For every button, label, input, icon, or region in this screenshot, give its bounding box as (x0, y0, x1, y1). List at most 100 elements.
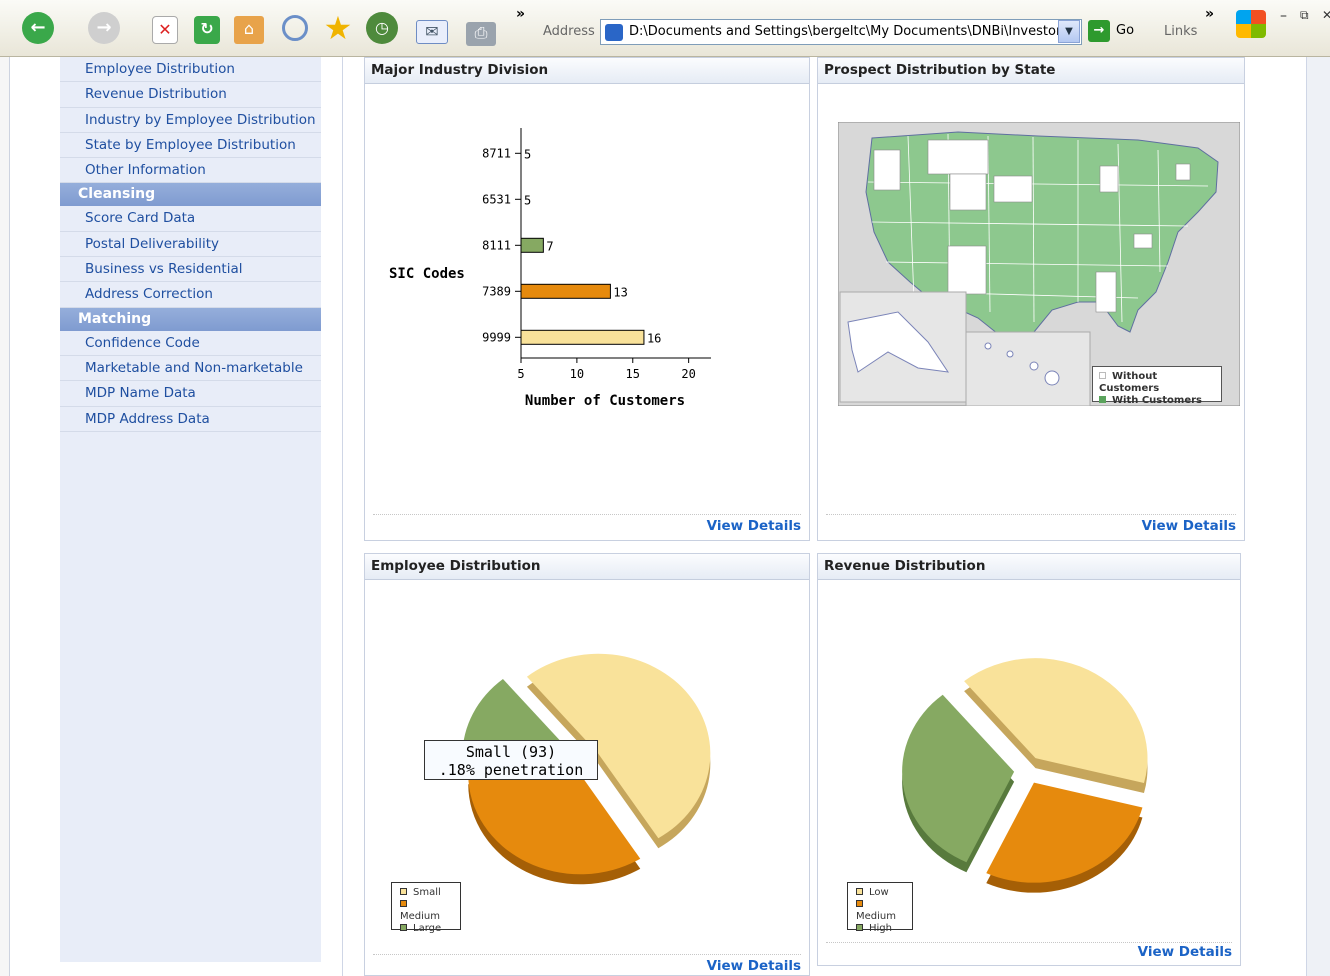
pie-slice-medium[interactable] (468, 774, 641, 875)
bar[interactable] (520, 329, 645, 345)
refresh-icon[interactable]: ↻ (194, 16, 220, 44)
details-divider (826, 514, 1236, 515)
left-edge (0, 57, 10, 976)
y-tick-label: 8111 (482, 238, 511, 252)
revenue-pie-chart (902, 658, 1148, 893)
minimize-icon[interactable]: – (1280, 8, 1287, 24)
go-arrow-icon: → (1088, 20, 1110, 42)
browser-toolbar: ← → ✕ ↻ ⌂ ★ ◷ ✉ ⎙ » Address D:\Documents… (0, 0, 1330, 57)
go-label: Go (1116, 23, 1135, 38)
sidebar-nav: Employee Distribution Revenue Distributi… (60, 57, 321, 962)
bar[interactable] (520, 237, 544, 253)
pie-legend: Low Medium High (847, 882, 913, 934)
panel-title: Major Industry Division (365, 58, 809, 84)
nav-section-top: Employee Distribution Revenue Distributi… (60, 57, 321, 184)
windows-logo-icon (1236, 10, 1266, 38)
back-icon[interactable]: ← (22, 12, 54, 44)
view-details-link[interactable]: View Details (1138, 944, 1232, 960)
legend-swatch-green (1099, 396, 1106, 403)
pie-legend: Small Medium Large (391, 882, 461, 934)
nav-score-card-data[interactable]: Score Card Data (60, 206, 321, 232)
forward-icon[interactable]: → (88, 12, 120, 44)
view-details-link[interactable]: View Details (707, 518, 801, 534)
legend-swatch-large (400, 924, 407, 931)
print-icon[interactable]: ⎙ (466, 22, 496, 46)
pie-slice-medium[interactable] (986, 782, 1143, 883)
nav-business-vs-residential[interactable]: Business vs Residential (60, 257, 321, 283)
panel-title: Employee Distribution (365, 554, 809, 580)
ie-page-icon (605, 24, 623, 41)
panel-employee: Employee Distribution Small (93) .18% pe… (364, 553, 810, 976)
nav-industry-by-employee[interactable]: Industry by Employee Distribution (60, 108, 321, 133)
vertical-scrollbar[interactable] (1306, 57, 1330, 976)
tooltip-line-2: .18% penetration (438, 761, 584, 779)
nav-header-cleansing: Cleansing (60, 183, 321, 207)
x-tick-label: 20 (681, 367, 695, 381)
links-more-chevron[interactable]: » (1205, 6, 1214, 22)
x-axis-label: Number of Customers (525, 393, 685, 409)
address-input[interactable]: D:\Documents and Settings\bergeltc\My Do… (600, 19, 1082, 45)
y-tick-label: 9999 (482, 330, 511, 344)
legend-swatch-low (856, 888, 863, 895)
y-axis-label: SIC Codes (389, 266, 465, 282)
nav-confidence-code[interactable]: Confidence Code (60, 331, 321, 356)
stop-icon[interactable]: ✕ (152, 16, 178, 44)
nav-employee-distribution[interactable]: Employee Distribution (60, 57, 321, 83)
legend-swatch-medium (400, 900, 407, 907)
mail-icon[interactable]: ✉ (416, 20, 448, 44)
x-tick-label: 15 (626, 367, 640, 381)
x-tick-label: 5 (517, 367, 524, 381)
bar-value-label: 5 (524, 147, 531, 161)
view-details-link[interactable]: View Details (1142, 518, 1236, 534)
map-legend: Without Customers With Customers (1092, 366, 1222, 406)
address-dropdown-icon[interactable]: ▼ (1058, 20, 1080, 43)
nav-revenue-distribution[interactable]: Revenue Distribution (60, 82, 321, 108)
bar-value-label: 16 (647, 331, 661, 345)
pie-tooltip: Small (93) .18% penetration (424, 740, 598, 780)
nav-mdp-name-data[interactable]: MDP Name Data (60, 381, 321, 407)
industry-bar-chart: SIC Codes Number of Customers 5 10 15 20 871… (389, 128, 711, 409)
restore-icon[interactable]: ⧉ (1300, 8, 1309, 23)
home-icon[interactable]: ⌂ (234, 16, 264, 44)
panel-state: Prospect Distribution by State Without C… (817, 57, 1245, 541)
panel-revenue: Revenue Distribution Low Medium High Vie… (817, 553, 1241, 966)
legend-swatch-white (1099, 372, 1106, 379)
nav-state-by-employee[interactable]: State by Employee Distribution (60, 133, 321, 159)
nav-postal-deliverability[interactable]: Postal Deliverability (60, 232, 321, 258)
x-tick-label: 10 (570, 367, 584, 381)
nav-address-correction[interactable]: Address Correction (60, 282, 321, 308)
nav-marketable[interactable]: Marketable and Non-marketable (60, 356, 321, 382)
close-icon[interactable]: ✕ (1322, 8, 1330, 22)
panel-title: Prospect Distribution by State (818, 58, 1244, 84)
tooltip-line-1: Small (93) (465, 743, 557, 761)
bar-value-label: 5 (524, 193, 531, 207)
address-label: Address (543, 24, 595, 39)
details-divider (373, 514, 801, 515)
nav-header-matching: Matching (60, 307, 321, 331)
y-tick-label: 6531 (482, 192, 511, 206)
legend-without: Without Customers (1099, 371, 1160, 394)
hawaii-region (965, 331, 1091, 406)
panel-industry: Major Industry Division SIC Codes Number… (364, 57, 810, 541)
bar-value-label: 7 (546, 239, 553, 253)
content-divider (342, 57, 343, 976)
details-divider (373, 954, 801, 955)
toolbar-more-chevron[interactable]: » (516, 6, 525, 22)
legend-swatch-high (856, 924, 863, 931)
us-map (838, 122, 1240, 406)
links-label[interactable]: Links (1164, 24, 1197, 39)
bar[interactable] (520, 283, 611, 299)
y-tick-label: 7389 (482, 284, 511, 298)
legend-swatch-small (400, 888, 407, 895)
nav-mdp-address-data[interactable]: MDP Address Data (60, 407, 321, 432)
history-icon[interactable]: ◷ (366, 12, 398, 44)
legend-swatch-medium (856, 900, 863, 907)
view-details-link[interactable]: View Details (707, 958, 801, 974)
nav-other-information[interactable]: Other Information (60, 158, 321, 184)
panel-title: Revenue Distribution (818, 554, 1240, 580)
bar-value-label: 13 (613, 285, 627, 299)
search-icon[interactable] (282, 15, 308, 41)
favorites-icon[interactable]: ★ (322, 12, 354, 44)
address-value: D:\Documents and Settings\bergeltc\My Do… (629, 24, 1076, 39)
go-button[interactable]: → Go (1088, 20, 1134, 42)
